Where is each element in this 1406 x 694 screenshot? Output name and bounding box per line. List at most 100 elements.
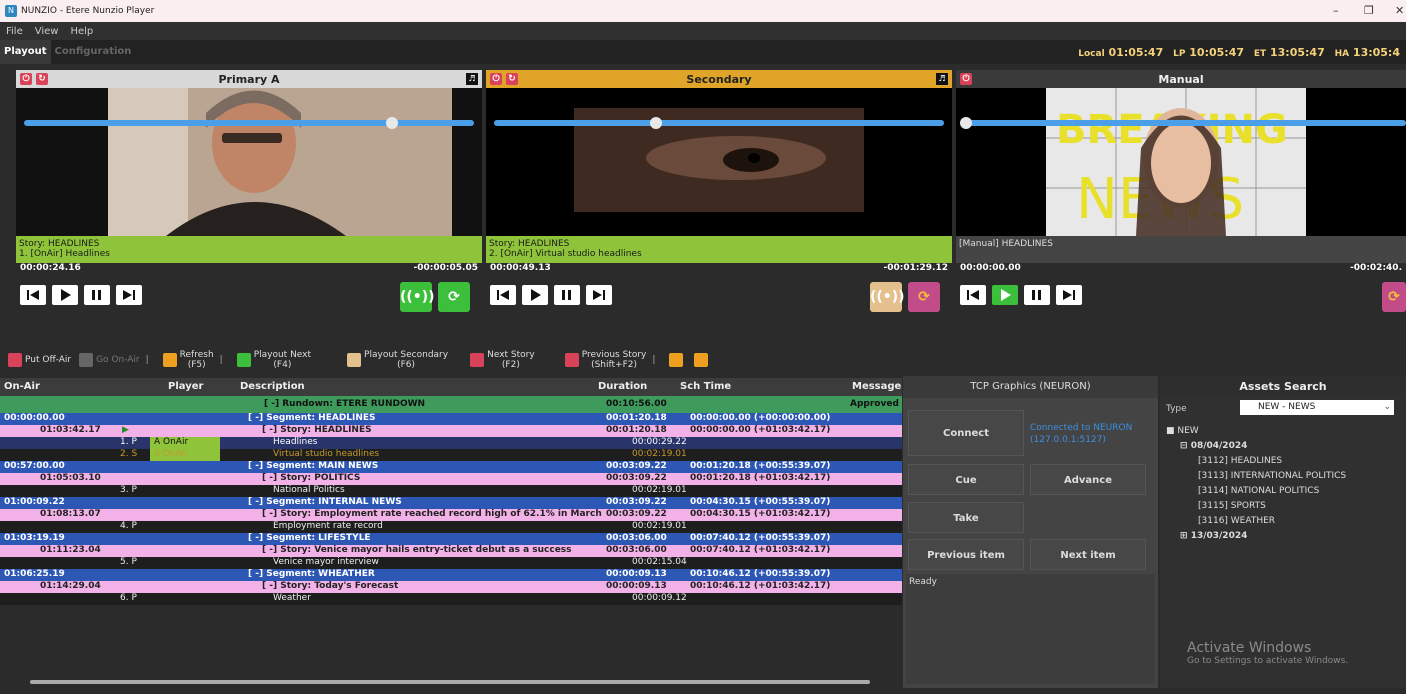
table-row[interactable]: 4. P Employment rate record 00:02:19.01 (0, 521, 902, 533)
move-back-button[interactable] (694, 353, 711, 367)
position-slider[interactable] (960, 117, 1406, 129)
table-row[interactable]: [ -] Rundown: ETERE RUNDOWN 00:10:56.00 Ap… (0, 396, 902, 413)
cell-onair: 5. P (120, 557, 137, 568)
previous-story-button[interactable]: Previous Story (Shift+F2) (564, 350, 646, 370)
pause-button[interactable] (84, 285, 110, 305)
clock-ha: 13:05:4 (1352, 46, 1400, 59)
onair-broadcast-button[interactable]: ((•)) (400, 282, 435, 312)
table-row[interactable]: 01:08:13.07 [ -] Story: Employment rate r… (0, 509, 902, 521)
reset-icon[interactable]: ↻ (506, 73, 518, 85)
position-slider[interactable] (494, 117, 944, 129)
story-line: Story: HEADLINES (489, 239, 570, 249)
tree-date-node[interactable]: ⊞ 13/03/2024 (1166, 529, 1346, 544)
table-row[interactable]: 01:00:09.22 [ -] Segment: INTERNAL NEWS 00… (0, 497, 902, 509)
speaker-icon[interactable]: ♬ (936, 73, 948, 85)
next-item-button[interactable]: Next item (1030, 539, 1146, 570)
table-row[interactable]: 01:03:42.17 [ -] Story: HEADLINES 00:01:20… (0, 425, 902, 437)
advance-button[interactable]: Advance (1030, 464, 1146, 495)
cell-onair: 2. S (120, 449, 138, 460)
table-row[interactable]: 2. S S OnAir Virtual studio headlines 00:02… (0, 449, 902, 461)
cell-desc: National Politics (273, 485, 345, 496)
slider-knob[interactable] (960, 117, 972, 129)
menu-help[interactable]: Help (70, 26, 93, 37)
table-row[interactable]: 6. P Weather 00:00:09.12 (0, 593, 902, 605)
type-select[interactable]: NEW - NEWS ⌄ (1240, 400, 1394, 415)
cell-onair: 3. P (120, 485, 137, 496)
table-row[interactable]: 01:14:29.04 [ -] Story: Today's Forecast 0… (0, 581, 902, 593)
next-story-icon (470, 353, 485, 367)
tree-date-node[interactable]: ⊟ 08/04/2024 (1166, 439, 1346, 454)
column-message[interactable]: Message (852, 381, 901, 392)
step-forward-button[interactable] (116, 285, 142, 305)
step-forward-button[interactable] (586, 285, 612, 305)
connect-button[interactable]: Connect (908, 410, 1024, 456)
step-back-button[interactable] (960, 285, 986, 305)
table-row[interactable]: 01:06:25.19 [ -] Segment: WHEATHER 00:00:0… (0, 569, 902, 581)
column-description[interactable]: Description (240, 381, 305, 392)
table-row[interactable]: 01:03:19.19 [ -] Segment: LIFESTYLE 00:03:… (0, 533, 902, 545)
play-button[interactable] (522, 285, 548, 305)
power-icon[interactable]: ⏻ (960, 73, 972, 85)
play-button[interactable] (52, 285, 78, 305)
tree-item[interactable]: [3116] WEATHER (1166, 514, 1346, 529)
column-onair[interactable]: On-Air (4, 381, 40, 392)
cell-desc: [ -] Segment: WHEATHER (248, 569, 375, 580)
put-off-air-button[interactable]: Put Off-Air (8, 353, 71, 367)
table-row[interactable]: 00:00:00.00 [ -] Segment: HEADLINES 00:01:… (0, 413, 902, 425)
refresh-button[interactable]: Refresh (F5) (162, 350, 214, 370)
playout-secondary-button[interactable]: Playout Secondary (F6) (347, 350, 448, 370)
tree-root[interactable]: ■ NEW (1166, 424, 1346, 439)
minimize-icon[interactable]: – (1333, 4, 1339, 17)
speaker-icon[interactable]: ♬ (466, 73, 478, 85)
tab-configuration[interactable]: Configuration (51, 40, 136, 64)
loop-button[interactable]: ⟳ (908, 282, 940, 312)
loop-button[interactable]: ⟳ (438, 282, 470, 312)
cell-dur: 00:10:56.00 (606, 399, 667, 409)
horizontal-scrollbar[interactable] (30, 680, 870, 684)
tab-playout[interactable]: Playout (0, 40, 51, 64)
power-icon[interactable]: ⏻ (20, 73, 32, 85)
column-duration[interactable]: Duration (598, 381, 647, 392)
reset-icon[interactable]: ↻ (36, 73, 48, 85)
menu-bar: File View Help (0, 22, 1406, 40)
position-slider[interactable] (24, 117, 474, 129)
tree-item[interactable]: [3113] INTERNATIONAL POLITICS (1166, 469, 1346, 484)
slider-knob[interactable] (386, 117, 398, 129)
cell-msg: Approved (850, 399, 899, 409)
column-sch-time[interactable]: Sch Time (680, 381, 731, 392)
onair-broadcast-button[interactable]: ((•)) (870, 282, 905, 312)
cue-button[interactable]: Cue (908, 464, 1024, 495)
table-row[interactable]: 1. P A OnAir Headlines 00:00:29.22 (0, 437, 902, 449)
menu-file[interactable]: File (6, 26, 23, 37)
go-on-air-button[interactable]: Go On-Air (79, 353, 140, 367)
tree-item[interactable]: [3114] NATIONAL POLITICS (1166, 484, 1346, 499)
table-row[interactable]: 3. P National Politics 00:02:19.01 (0, 485, 902, 497)
transport-controls: ((•)) ⟳ (486, 277, 952, 317)
pause-button[interactable] (1024, 285, 1050, 305)
step-forward-button[interactable] (1056, 285, 1082, 305)
table-row[interactable]: 00:57:00.00 [ -] Segment: MAIN NEWS 00:03:… (0, 461, 902, 473)
arrow-back-icon (694, 353, 709, 367)
move-up-button[interactable] (669, 353, 686, 367)
next-story-button[interactable]: Next Story (F2) (470, 350, 535, 370)
take-button[interactable]: Take (908, 502, 1024, 533)
step-back-button[interactable] (20, 285, 46, 305)
pause-button[interactable] (554, 285, 580, 305)
tree-item[interactable]: [3115] SPORTS (1166, 499, 1346, 514)
slider-knob[interactable] (650, 117, 662, 129)
tree-item[interactable]: [3112] HEADLINES (1166, 454, 1346, 469)
table-row[interactable]: 5. P Venice mayor interview 00:02:15.04 (0, 557, 902, 569)
close-icon[interactable]: ✕ (1395, 4, 1404, 17)
tree-date-label: 13/03/2024 (1190, 531, 1248, 541)
previous-item-button[interactable]: Previous item (908, 539, 1024, 570)
playout-next-button[interactable]: Playout Next (F4) (236, 350, 311, 370)
play-button[interactable] (992, 285, 1018, 305)
table-row[interactable]: 01:05:03.10 [ -] Story: POLITICS 00:03:09.… (0, 473, 902, 485)
maximize-icon[interactable]: ❐ (1364, 4, 1374, 17)
table-row[interactable]: 01:11:23.04 [ -] Story: Venice mayor hail… (0, 545, 902, 557)
menu-view[interactable]: View (35, 26, 59, 37)
power-icon[interactable]: ⏻ (490, 73, 502, 85)
loop-button[interactable]: ⟳ (1382, 282, 1406, 312)
column-player[interactable]: Player (168, 381, 203, 392)
step-back-button[interactable] (490, 285, 516, 305)
